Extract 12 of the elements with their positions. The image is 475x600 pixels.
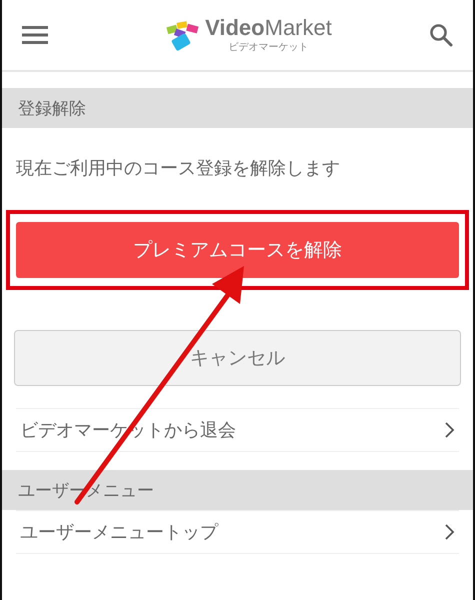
logo-subtitle: ビデオマーケット (228, 40, 308, 54)
cancel-button[interactable]: キャンセル (14, 330, 461, 386)
section-header: 登録解除 (2, 88, 473, 128)
chevron-icon (445, 422, 455, 438)
search-icon[interactable] (428, 23, 453, 47)
cancel-premium-button[interactable]: プレミアムコースを解除 (16, 222, 459, 278)
chevron-icon (445, 524, 455, 540)
logo-icon (165, 18, 202, 52)
logo-text: VideoMarket (205, 16, 332, 38)
menu-icon[interactable] (22, 25, 48, 45)
description-text: 現在ご利用中のコース登録を解除します (15, 157, 341, 181)
menu-list-item[interactable]: ユーザーメニュートップ (16, 510, 459, 554)
